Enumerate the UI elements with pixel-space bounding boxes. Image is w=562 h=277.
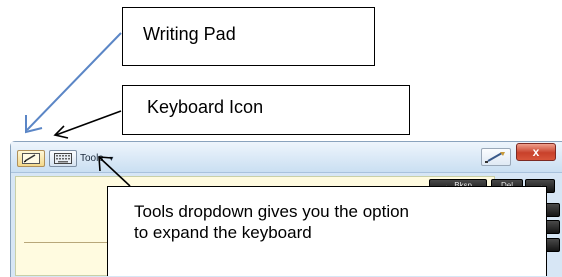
keyboard-icon-arrow bbox=[53, 110, 122, 139]
tools-dropdown-arrow bbox=[98, 156, 131, 187]
writing-pad-arrow bbox=[25, 32, 122, 134]
callout-arrows bbox=[25, 32, 131, 187]
